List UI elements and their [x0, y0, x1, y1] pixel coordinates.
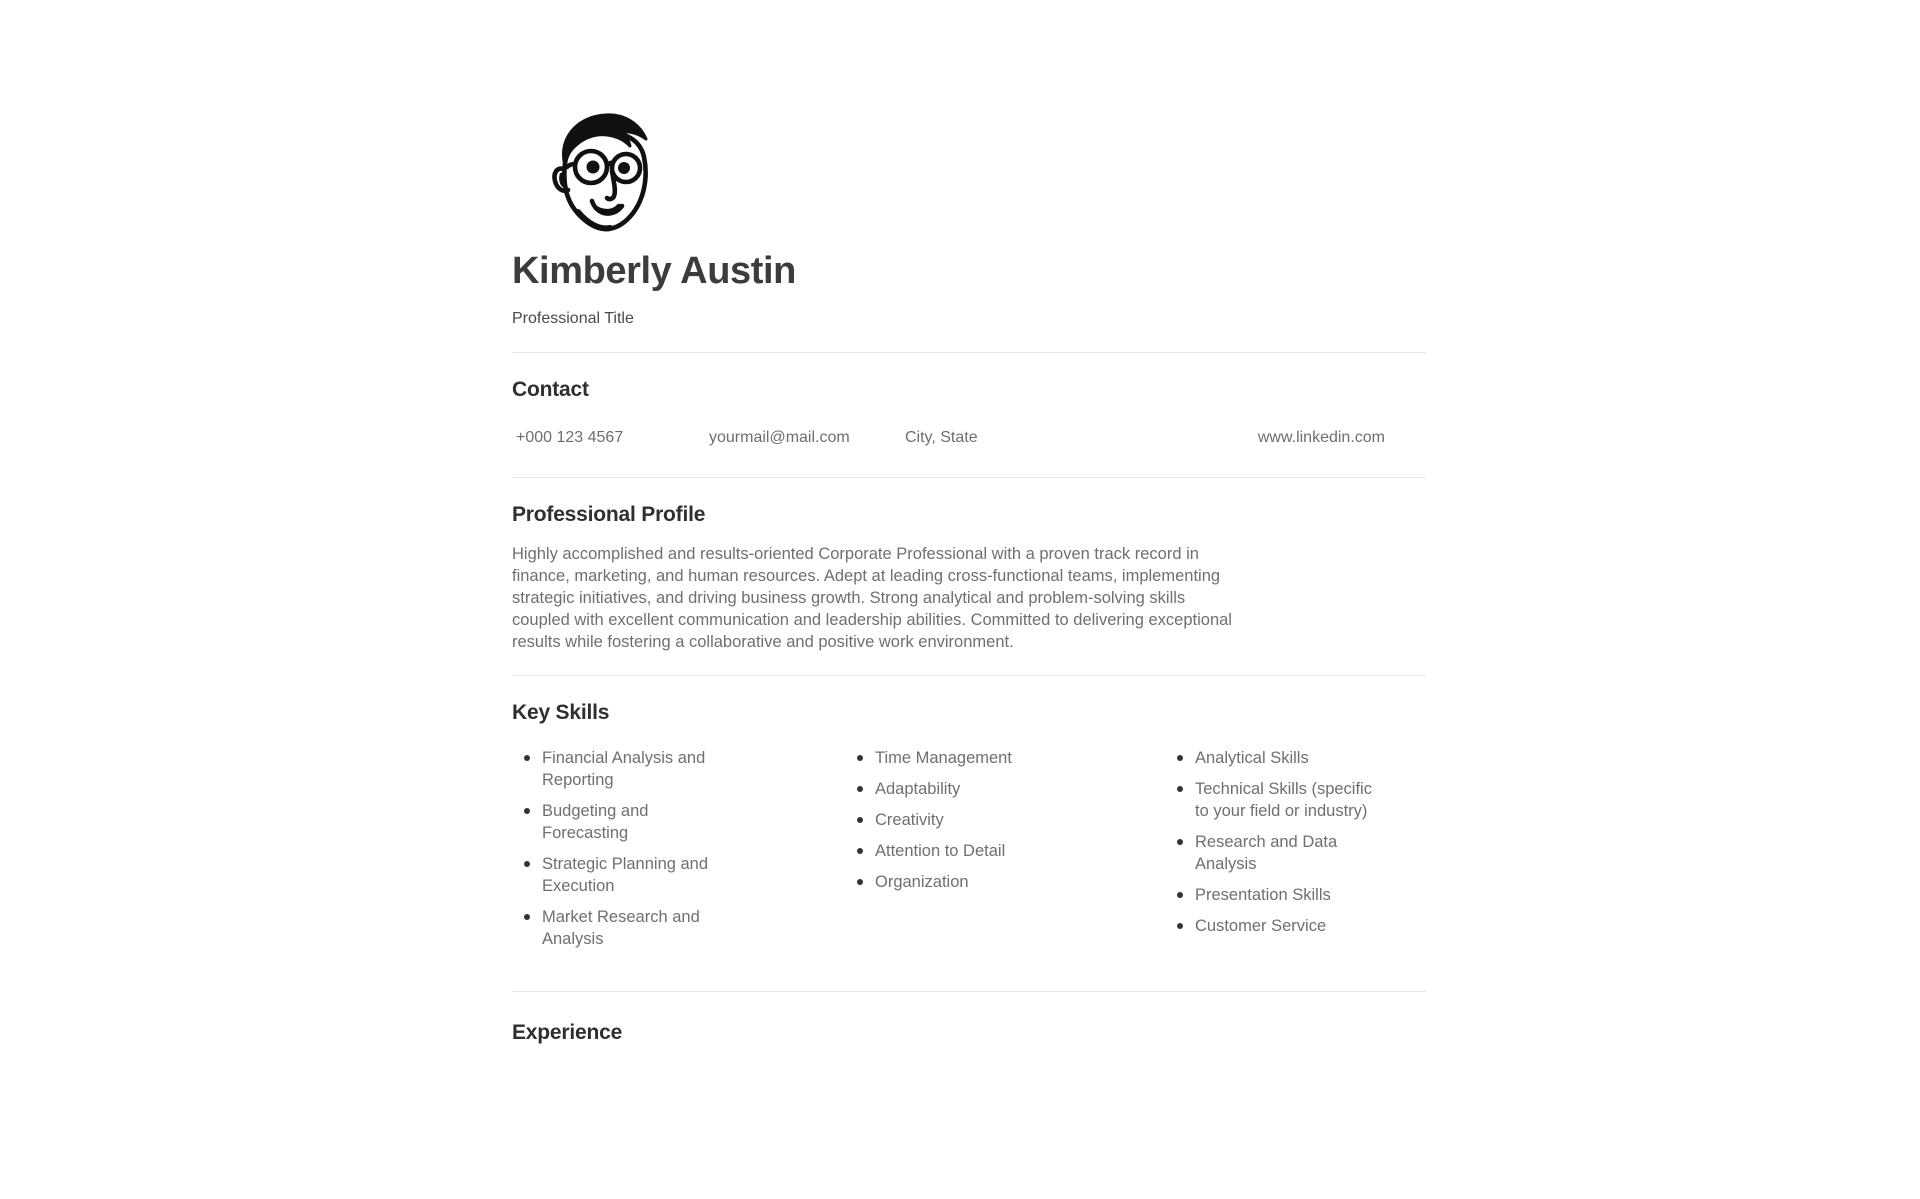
- section-heading-profile: Professional Profile: [512, 502, 706, 526]
- list-item: Creativity: [845, 809, 1165, 831]
- job-title: Professional Title: [512, 309, 634, 327]
- profile-body: Highly accomplished and results-oriented…: [512, 544, 1232, 651]
- skills-list-2: Time Management Adaptability Creativity …: [845, 747, 1165, 893]
- page-title: Kimberly Austin: [512, 250, 796, 292]
- list-item: Time Management: [845, 747, 1165, 769]
- resume-page: Kimberly Austin Professional Title Conta…: [0, 0, 1920, 1199]
- skills-column-2: Time Management Adaptability Creativity …: [845, 747, 1165, 959]
- section-heading-contact: Contact: [512, 377, 589, 401]
- list-item: Attention to Detail: [845, 840, 1165, 862]
- contact-email[interactable]: yourmail@mail.com: [709, 428, 905, 449]
- resume-content-column: Kimberly Austin Professional Title Conta…: [512, 0, 1426, 1045]
- list-item: Customer Service: [1165, 915, 1375, 937]
- skills-column-3: Analytical Skills Technical Skills (spec…: [1165, 747, 1426, 959]
- contact-row: +000 123 4567 yourmail@mail.com City, St…: [512, 402, 1426, 449]
- skills-columns: Financial Analysis and Reporting Budgeti…: [512, 725, 1426, 959]
- list-item: Analytical Skills: [1165, 747, 1375, 769]
- person-face-illustration-icon: [552, 113, 648, 232]
- contact-phone[interactable]: +000 123 4567: [512, 428, 709, 449]
- list-item: Technical Skills (specific to your field…: [1165, 778, 1375, 822]
- list-item: Financial Analysis and Reporting: [512, 747, 712, 791]
- skills-list-3: Analytical Skills Technical Skills (spec…: [1165, 747, 1426, 937]
- avatar-container: [512, 0, 1426, 245]
- section-heading-skills: Key Skills: [512, 700, 610, 724]
- section-heading-experience: Experience: [512, 1020, 623, 1044]
- list-item: Strategic Planning and Execution: [512, 853, 712, 897]
- list-item: Adaptability: [845, 778, 1165, 800]
- list-item: Budgeting and Forecasting: [512, 800, 712, 844]
- list-item: Market Research and Analysis: [512, 906, 712, 950]
- list-item: Presentation Skills: [1165, 884, 1375, 906]
- list-item: Research and Data Analysis: [1165, 831, 1375, 875]
- skills-column-1: Financial Analysis and Reporting Budgeti…: [512, 747, 845, 959]
- contact-website[interactable]: www.linkedin.com: [1101, 428, 1401, 449]
- list-item: Organization: [845, 871, 1165, 893]
- skills-list-1: Financial Analysis and Reporting Budgeti…: [512, 747, 845, 950]
- contact-location: City, State: [905, 428, 978, 446]
